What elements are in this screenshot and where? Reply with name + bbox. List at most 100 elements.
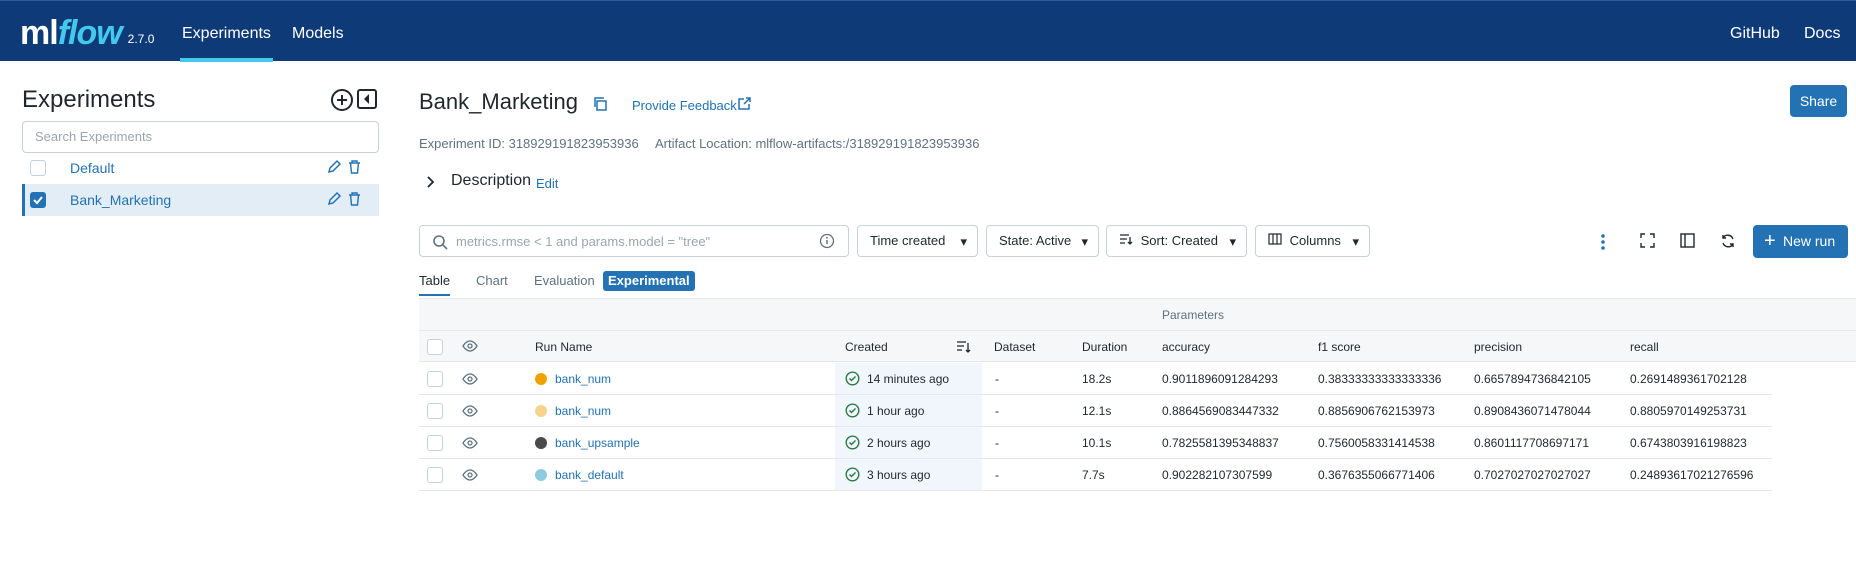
experiment-item-label[interactable]: Bank_Marketing — [70, 192, 171, 208]
copy-icon[interactable] — [592, 96, 608, 115]
row-checkbox[interactable] — [427, 371, 443, 387]
edit-icon[interactable] — [326, 159, 342, 178]
nav-tab-experiments[interactable]: Experiments — [180, 1, 273, 62]
eye-icon[interactable] — [462, 469, 478, 484]
select-all-checkbox[interactable] — [427, 339, 443, 355]
more-options-icon[interactable] — [1600, 233, 1606, 254]
dataset-value: - — [995, 436, 999, 450]
col-precision[interactable]: precision — [1474, 340, 1522, 354]
tab-table[interactable]: Table — [419, 273, 451, 296]
run-name-link[interactable]: bank_num — [555, 372, 611, 386]
success-check-icon — [845, 435, 860, 453]
eye-icon[interactable] — [462, 373, 478, 388]
fullscreen-icon[interactable] — [1640, 233, 1655, 251]
edit-icon[interactable] — [326, 191, 342, 210]
accuracy-value: 0.9011896091284293 — [1162, 372, 1278, 386]
recall-value: 0.8805970149253731 — [1630, 404, 1747, 418]
mlflow-logo[interactable]: ml flow 2.7.0 — [20, 9, 154, 53]
github-link[interactable]: GitHub — [1730, 1, 1780, 62]
edit-description-link[interactable]: Edit — [536, 176, 558, 191]
top-navbar: ml flow 2.7.0 Experiments Models GitHub … — [0, 0, 1856, 62]
columns-icon — [1268, 226, 1282, 256]
run-color-dot[interactable] — [535, 373, 547, 385]
add-experiment-icon[interactable] — [330, 88, 354, 112]
col-accuracy[interactable]: accuracy — [1162, 340, 1210, 354]
table-row[interactable]: bank_num 14 minutes ago - 18.2s 0.901189… — [419, 363, 1772, 395]
run-name-link[interactable]: bank_upsample — [555, 436, 640, 450]
row-checkbox[interactable] — [427, 435, 443, 451]
tab-evaluation[interactable]: Evaluation — [534, 273, 595, 288]
f1-value: 0.8856906762153973 — [1318, 404, 1435, 418]
artifact-location: Artifact Location: mlflow-artifacts:/318… — [655, 136, 980, 151]
row-checkbox[interactable] — [427, 403, 443, 419]
version-label: 2.7.0 — [127, 32, 155, 46]
sort-dropdown[interactable]: Sort: Created ▾ — [1106, 225, 1247, 257]
nav-tab-models[interactable]: Models — [290, 1, 346, 62]
experiment-checkbox[interactable] — [30, 160, 46, 176]
table-row[interactable]: bank_upsample 2 hours ago - 10.1s 0.7825… — [419, 427, 1772, 459]
precision-value: 0.8908436071478044 — [1474, 404, 1591, 418]
logo-flow-text: flow — [57, 14, 123, 52]
experiment-item-bank-marketing[interactable]: Bank_Marketing — [22, 184, 379, 216]
precision-value: 0.6657894736842105 — [1474, 372, 1591, 386]
table-row[interactable]: bank_num 1 hour ago - 12.1s 0.8864569083… — [419, 395, 1772, 427]
experiment-checkbox[interactable] — [30, 192, 46, 208]
refresh-icon[interactable] — [1720, 233, 1736, 252]
eye-icon[interactable] — [462, 405, 478, 420]
experiment-id: Experiment ID: 318929191823953936 — [419, 136, 639, 151]
search-experiments-input[interactable]: Search Experiments — [22, 121, 379, 153]
info-icon[interactable] — [819, 233, 835, 252]
run-name-link[interactable]: bank_default — [555, 468, 624, 482]
run-color-dot[interactable] — [535, 469, 547, 481]
delete-icon[interactable] — [348, 192, 361, 209]
eye-icon[interactable] — [462, 437, 478, 452]
row-checkbox[interactable] — [427, 467, 443, 483]
collapse-sidebar-icon[interactable] — [356, 88, 380, 112]
col-created[interactable]: Created — [845, 340, 888, 354]
side-panel-icon[interactable] — [1680, 233, 1695, 251]
share-button[interactable]: Share — [1790, 85, 1847, 117]
plus-icon: + — [1764, 230, 1776, 252]
run-color-dot[interactable] — [535, 437, 547, 449]
run-search-input[interactable]: metrics.rmse < 1 and params.model = "tre… — [419, 225, 849, 257]
run-color-dot[interactable] — [535, 405, 547, 417]
duration-value: 10.1s — [1082, 436, 1112, 450]
experiment-item-label[interactable]: Default — [70, 160, 114, 176]
dataset-value: - — [995, 372, 999, 386]
run-name-link[interactable]: bank_num — [555, 404, 611, 418]
col-duration[interactable]: Duration — [1082, 340, 1127, 354]
col-recall[interactable]: recall — [1630, 340, 1659, 354]
delete-icon[interactable] — [348, 160, 361, 177]
columns-dropdown[interactable]: Columns ▾ — [1255, 225, 1370, 257]
col-dataset[interactable]: Dataset — [994, 340, 1035, 354]
external-link-icon[interactable] — [737, 96, 752, 114]
f1-value: 0.38333333333333336 — [1318, 372, 1442, 386]
description-toggle[interactable]: Description — [451, 172, 531, 190]
created-time: 2 hours ago — [867, 436, 931, 450]
run-search-placeholder: metrics.rmse < 1 and params.model = "tre… — [456, 234, 711, 249]
chevron-down-icon: ▾ — [1229, 234, 1236, 249]
duration-value: 7.7s — [1082, 468, 1105, 482]
new-run-button[interactable]: + New run — [1753, 225, 1848, 258]
dataset-value: - — [995, 468, 999, 482]
experiment-item-default[interactable]: Default — [22, 152, 379, 184]
logo-ml-text: ml — [20, 14, 59, 52]
sort-label: Sort: Created — [1140, 233, 1218, 248]
state-dropdown[interactable]: State: Active ▾ — [986, 225, 1099, 257]
sort-desc-icon[interactable] — [956, 340, 972, 357]
parameters-group-header: Parameters — [1162, 308, 1225, 322]
eye-icon[interactable] — [462, 340, 478, 355]
table-row[interactable]: bank_default 3 hours ago - 7.7s 0.902282… — [419, 459, 1772, 491]
time-created-dropdown[interactable]: Time created ▾ — [857, 225, 978, 257]
sort-icon — [1119, 226, 1133, 256]
chevron-down-icon: ▾ — [960, 234, 967, 249]
precision-value: 0.7027027027027027 — [1474, 468, 1591, 482]
tab-chart[interactable]: Chart — [476, 273, 508, 288]
provide-feedback-link[interactable]: Provide Feedback — [632, 98, 737, 113]
chevron-right-icon[interactable] — [425, 175, 437, 192]
docs-link[interactable]: Docs — [1804, 1, 1840, 62]
precision-value: 0.8601117708697171 — [1474, 436, 1590, 450]
chevron-down-icon: ▾ — [1352, 234, 1359, 249]
col-run-name[interactable]: Run Name — [535, 340, 592, 354]
col-f1-score[interactable]: f1 score — [1318, 340, 1361, 354]
